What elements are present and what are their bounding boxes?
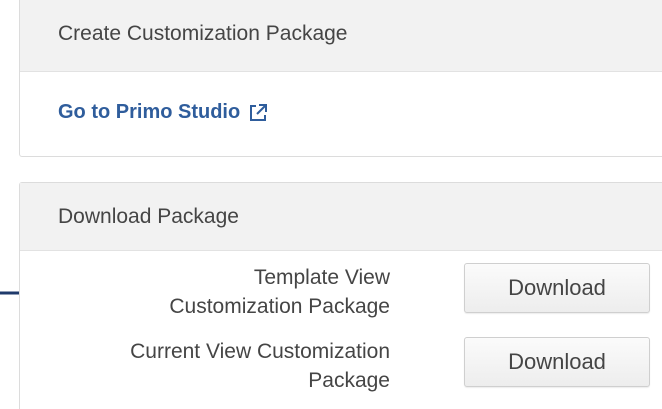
download-package-panel: Download Package Template View Customiza… (19, 182, 662, 409)
external-link-icon (250, 103, 268, 121)
template-view-label-line1: Template View (253, 266, 390, 289)
template-view-label-line2: Customization Package (169, 295, 390, 318)
template-view-label: Template View Customization Package (30, 263, 390, 321)
current-view-label-line2: Package (308, 369, 390, 392)
download-current-button[interactable]: Download (464, 337, 650, 387)
current-view-label-line1: Current View Customization (130, 340, 390, 363)
page: Create Customization Package Go to Primo… (0, 0, 662, 409)
create-customization-package-panel: Create Customization Package Go to Primo… (19, 0, 662, 157)
download-template-button[interactable]: Download (464, 263, 650, 313)
create-panel-header: Create Customization Package (20, 0, 662, 72)
download-panel-header: Download Package (20, 183, 662, 251)
go-to-primo-studio-link[interactable]: Go to Primo Studio (58, 101, 268, 124)
current-view-label: Current View Customization Package (30, 337, 390, 395)
create-panel-title: Create Customization Package (58, 22, 348, 45)
studio-link-label: Go to Primo Studio (58, 101, 241, 123)
download-panel-title: Download Package (58, 204, 239, 228)
